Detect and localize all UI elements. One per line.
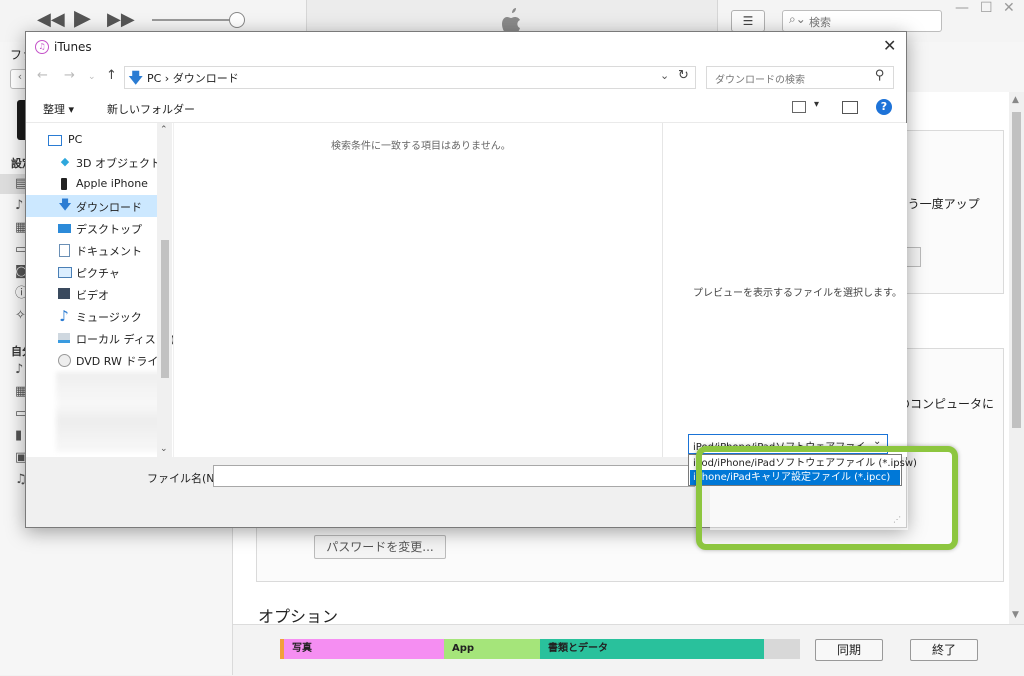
command-bar: 整理 ▾ 新しいフォルダー ▾ ? [26,94,906,123]
list-view-button[interactable]: ☰ [731,10,765,32]
dialog-title: iTunes [54,40,92,54]
nav-item-label: ドキュメント [76,245,142,258]
music-icon: ♪ [59,307,69,325]
refresh-icon[interactable]: ↻ [678,68,689,83]
nav-item-label: ビデオ [76,289,109,302]
storage-segment-apps: App [444,639,540,659]
video-icon [58,288,70,299]
preview-message: プレビューを表示するファイルを選択します。 [693,288,902,299]
scroll-up-icon[interactable]: ▲ [1012,95,1019,105]
filename-input[interactable] [213,465,695,487]
download-folder-icon: 🡇 [128,69,144,87]
organize-menu-button[interactable]: 整理 ▾ [43,101,74,117]
dialog-titlebar: ♫ iTunes ✕ [26,32,906,62]
storage-capacity-bar: 写真 App 書類とデータ [280,639,800,659]
search-icon: ⚲ [875,68,885,83]
backup-panel-text: もう一度アップ [896,197,980,211]
next-track-icon[interactable]: ▶▶ [107,9,135,30]
file-list-pane[interactable]: 検索条件に一致する項目はありません。 [173,123,662,457]
nav-item-videos[interactable]: ビデオ [26,283,172,305]
nav-item-label: 3D オブジェクト [76,157,161,170]
minimize-icon[interactable]: — [955,0,969,16]
sync-button[interactable]: 同期 [815,639,883,661]
nav-item-label: デスクトップ [76,223,142,236]
nav-item-3d-objects[interactable]: ◆ 3D オブジェクト [26,151,172,173]
itunes-search-input[interactable]: ⌕⌄ 検索 [782,10,942,32]
nav-item-label: ピクチャ [76,267,120,280]
nav-item-label: ダウンロード [76,201,142,214]
back-arrow-icon[interactable]: ← [37,68,48,83]
nav-item-pictures[interactable]: ピクチャ [26,261,172,283]
dvd-drive-icon [58,354,71,367]
itunes-search-placeholder: 検索 [809,16,831,29]
nav-item-music[interactable]: ♪ ミュージック [26,305,172,327]
navigation-pane: PC ◆ 3D オブジェクト Apple iPhone 🡇 ダウンロード デスク… [26,123,182,457]
picture-icon [58,267,72,278]
download-icon: 🡇 [58,198,72,213]
done-button[interactable]: 終了 [910,639,978,661]
new-folder-button[interactable]: 新しいフォルダー [107,101,195,117]
view-dropdown-icon[interactable]: ▾ [814,99,819,110]
blurred-nav-items [56,372,168,452]
3d-objects-icon: ◆ [60,155,70,168]
scroll-down-icon[interactable]: ▼ [1012,610,1019,620]
nav-item-downloads[interactable]: 🡇 ダウンロード [26,195,172,217]
nav-item-documents[interactable]: ドキュメント [26,239,172,261]
folder-search-input[interactable]: ダウンロードの検索 ⚲ [706,66,894,89]
nav-item-desktop[interactable]: デスクトップ [26,217,172,239]
change-password-button[interactable]: パスワードを変更... [314,535,446,559]
nav-item-local-disk[interactable]: ローカル ディスク (C [26,327,182,349]
storage-segment-documents: 書類とデータ [540,639,764,659]
dialog-close-icon[interactable]: ✕ [883,36,896,55]
volume-slider-knob[interactable] [229,12,245,28]
preview-pane: プレビューを表示するファイルを選択します。 [662,123,907,457]
nav-item-apple-iphone[interactable]: Apple iPhone [26,173,172,195]
itunes-app-icon: ♫ [35,40,49,54]
document-icon [59,244,70,257]
forward-arrow-icon[interactable]: → [64,68,75,83]
main-scrollbar-thumb[interactable] [1012,112,1021,428]
nav-item-label: Apple iPhone [76,177,148,190]
nav-item-label: ミュージック [76,311,142,324]
volume-slider-track[interactable] [152,19,240,21]
address-history-dropdown-icon[interactable]: ⌄ [660,69,669,82]
maximize-icon[interactable]: ☐ [980,0,993,16]
pc-icon [48,135,62,146]
empty-folder-message: 検索条件に一致する項目はありません。 [331,141,511,152]
nav-scroll-down-icon[interactable]: ⌄ [160,444,168,454]
search-icon: ⌕⌄ [789,12,806,26]
filename-label: ファイル名(N): [147,472,223,485]
nav-scroll-up-icon[interactable]: ⌃ [160,125,168,135]
recent-locations-icon[interactable]: ⌄ [88,72,96,82]
preview-pane-icon[interactable] [842,101,858,114]
window-close-icon[interactable]: ✕ [1003,0,1015,16]
highlight-annotation-box [696,446,958,550]
up-arrow-icon[interactable]: ↑ [106,68,117,83]
nav-pane-scrollbar-thumb[interactable] [161,240,169,378]
play-icon[interactable]: ▶ [74,6,91,31]
breadcrumb[interactable]: PC › ダウンロード [147,70,239,86]
nav-item-dvd-drive[interactable]: DVD RW ドライブ ( [26,349,177,371]
storage-segment-photos: 写真 [284,639,444,659]
address-bar[interactable]: 🡇 PC › ダウンロード ⌄ ↻ [124,66,696,89]
backup-options-text: のコンピュータに [898,397,995,411]
help-icon[interactable]: ? [876,99,892,115]
view-options-icon[interactable] [792,101,806,113]
local-disk-icon [58,333,70,343]
iphone-icon [61,178,67,190]
folder-search-placeholder: ダウンロードの検索 [715,75,805,86]
nav-item-label: PC [68,133,83,146]
nav-item-pc[interactable]: PC [26,129,172,151]
previous-track-icon[interactable]: ◀◀ [37,9,65,30]
desktop-icon [58,224,71,233]
